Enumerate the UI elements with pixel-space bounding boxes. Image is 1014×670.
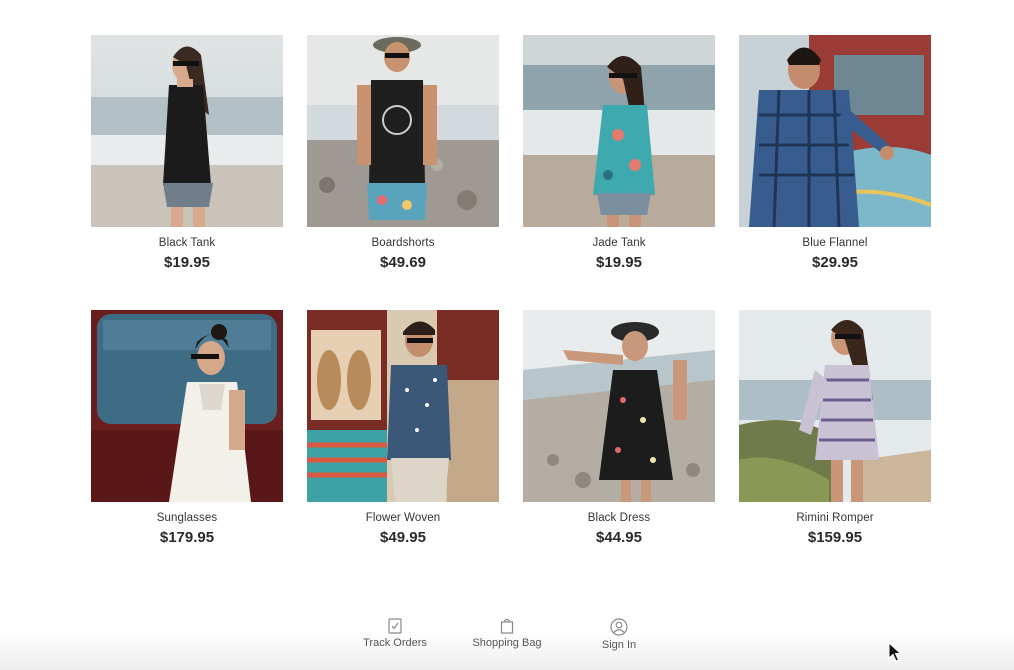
user-icon (610, 618, 628, 636)
product-name[interactable]: Sunglasses (91, 512, 283, 524)
footer-bar: Track Orders Shopping Bag Sign In (0, 604, 1014, 670)
product-photo[interactable] (523, 310, 715, 502)
product-name[interactable]: Jade Tank (523, 237, 715, 249)
product-photo[interactable] (523, 35, 715, 227)
product-photo[interactable] (739, 35, 931, 227)
product-price: $49.95 (380, 529, 426, 546)
sign-in-link[interactable]: Sign In (563, 618, 675, 651)
product-grid: Black Tank $19.95 Boardshorts $49.69 Jad… (91, 35, 931, 546)
product-price: $159.95 (807, 529, 863, 546)
product-card[interactable]: Jade Tank $19.95 (523, 35, 715, 271)
product-price: $19.95 (164, 254, 210, 271)
product-name[interactable]: Flower Woven (307, 512, 499, 524)
product-card[interactable]: Flower Woven $49.95 (307, 310, 499, 546)
shopping-bag-label[interactable]: Shopping Bag (472, 637, 541, 649)
product-name[interactable]: Rimini Romper (739, 512, 931, 524)
product-price: $49.69 (380, 254, 426, 271)
product-card[interactable]: Blue Flannel $29.95 (739, 35, 931, 271)
product-photo[interactable] (307, 310, 499, 502)
product-card[interactable]: Black Tank $19.95 (91, 35, 283, 271)
product-card[interactable]: Rimini Romper $159.95 (739, 310, 931, 546)
product-name[interactable]: Blue Flannel (739, 237, 931, 249)
product-card[interactable]: Sunglasses $179.95 (91, 310, 283, 546)
product-name[interactable]: Boardshorts (307, 237, 499, 249)
product-name[interactable]: Black Dress (523, 512, 715, 524)
product-listing-page: Black Tank $19.95 Boardshorts $49.69 Jad… (0, 0, 1014, 670)
footer-nav: Track Orders Shopping Bag Sign In (0, 618, 1014, 651)
product-photo[interactable] (91, 310, 283, 502)
product-card[interactable]: Black Dress $44.95 (523, 310, 715, 546)
shopping-bag-icon (500, 618, 514, 634)
product-price: $179.95 (159, 529, 215, 546)
shopping-bag-link[interactable]: Shopping Bag (451, 618, 563, 651)
mouse-cursor-icon (888, 641, 902, 667)
product-name[interactable]: Black Tank (91, 237, 283, 249)
product-price: $19.95 (596, 254, 642, 271)
track-orders-label[interactable]: Track Orders (363, 637, 427, 649)
track-orders-link[interactable]: Track Orders (339, 618, 451, 651)
track-orders-icon (388, 618, 402, 634)
product-card[interactable]: Boardshorts $49.69 (307, 35, 499, 271)
sign-in-label[interactable]: Sign In (602, 639, 636, 651)
product-photo[interactable] (91, 35, 283, 227)
product-photo[interactable] (739, 310, 931, 502)
product-price: $44.95 (596, 529, 642, 546)
product-photo[interactable] (307, 35, 499, 227)
product-price: $29.95 (812, 254, 858, 271)
